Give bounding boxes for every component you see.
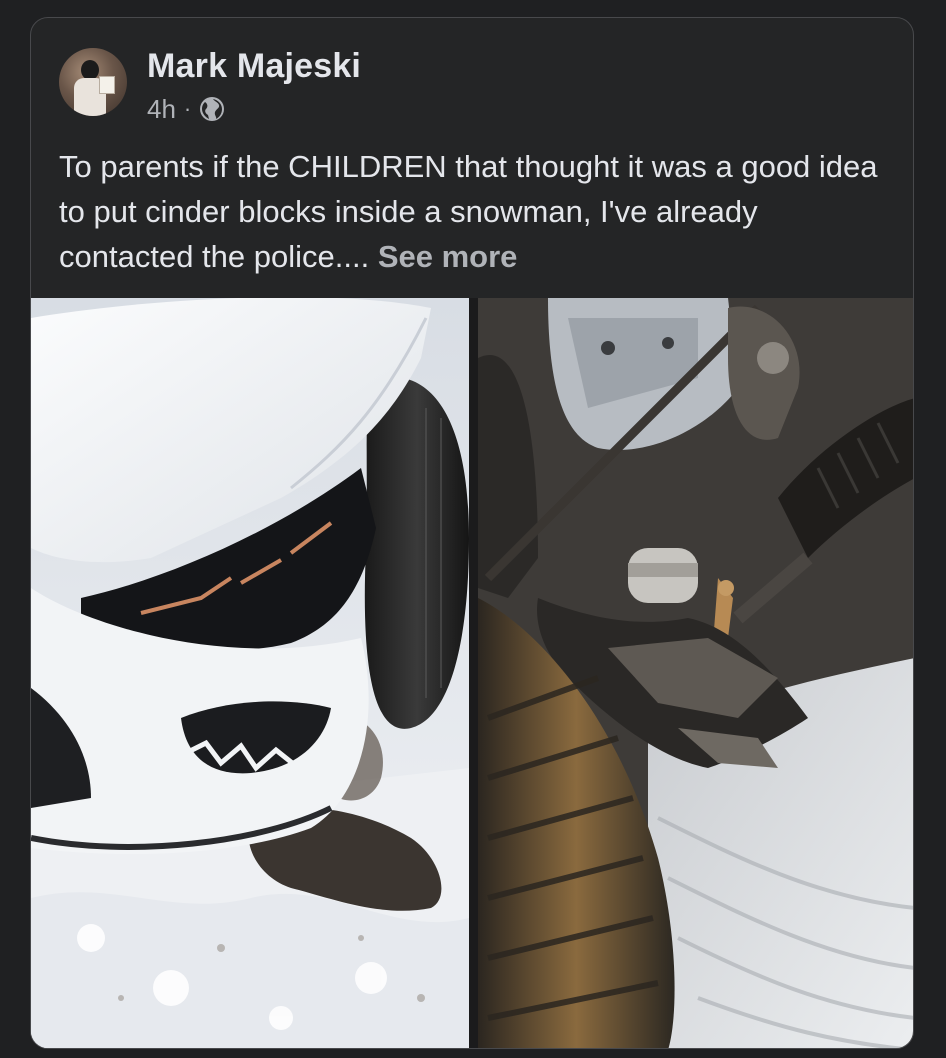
post-card: Mark Majeski 4h · To parents if the CHIL… <box>30 17 914 1049</box>
globe-icon[interactable] <box>199 96 225 122</box>
photo-grid <box>31 298 913 1048</box>
see-more-link[interactable]: See more <box>378 239 518 274</box>
author-name[interactable]: Mark Majeski <box>147 47 361 86</box>
meta-separator: · <box>183 96 192 121</box>
photo-car-front-damage[interactable] <box>31 298 469 1048</box>
post-meta: 4h · <box>147 94 225 124</box>
photo-undercarriage-damage[interactable] <box>478 298 913 1048</box>
avatar-figure-head <box>81 60 99 80</box>
avatar[interactable] <box>59 48 127 116</box>
post-text: To parents if the CHILDREN that thought … <box>59 144 889 279</box>
avatar-figure-card <box>99 76 115 94</box>
post-header: Mark Majeski 4h · <box>31 18 913 128</box>
post-time[interactable]: 4h <box>147 94 176 125</box>
